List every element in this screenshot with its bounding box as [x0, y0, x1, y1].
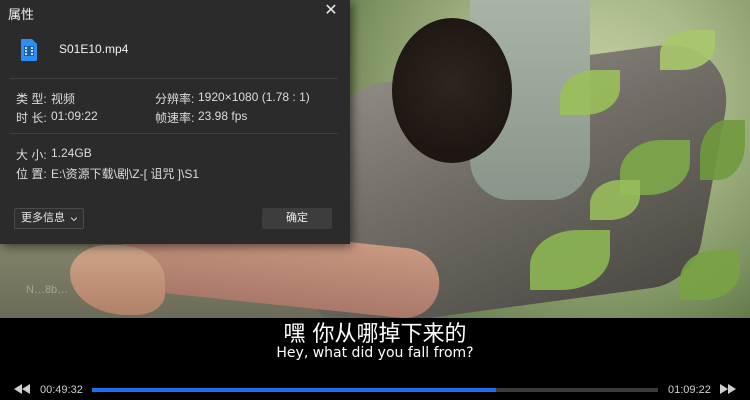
subtitle-english: Hey, what did you fall from?	[276, 345, 474, 361]
framerate-label: 帧速率:	[155, 111, 195, 125]
framerate-value: 23.98 fps	[198, 109, 248, 123]
properties-dialog: 属性 ✕ S01E10.mp4 类 型: 视频 分辨率: 1920×1080 (…	[0, 0, 350, 244]
type-label: 类 型:	[16, 92, 47, 106]
total-time: 01:09:22	[668, 384, 711, 396]
resolution-label: 分辨率:	[155, 92, 195, 106]
divider	[10, 78, 338, 79]
duration-label: 时 长:	[16, 111, 47, 125]
progress-played	[92, 388, 497, 392]
dialog-title: 属性	[8, 7, 35, 22]
person-head	[392, 18, 512, 163]
previous-icon[interactable]	[14, 384, 30, 394]
close-icon[interactable]: ✕	[322, 2, 340, 20]
chevron-down-icon	[71, 217, 77, 222]
subtitle-chinese: 嘿 你从哪掉下来的	[283, 322, 467, 347]
size-label: 大 小:	[16, 148, 47, 162]
duration-value: 01:09:22	[51, 109, 98, 123]
more-info-label: 更多信息	[21, 212, 65, 224]
next-icon[interactable]	[720, 384, 736, 394]
video-file-icon	[21, 39, 37, 61]
type-value: 视频	[51, 92, 76, 106]
size-value: 1.24GB	[51, 146, 92, 160]
divider	[10, 133, 338, 134]
more-info-button[interactable]: 更多信息	[14, 208, 84, 229]
location-label: 位 置:	[16, 167, 47, 181]
file-name: S01E10.mp4	[59, 42, 129, 56]
watermark: N…8b…	[26, 284, 69, 296]
progress-track[interactable]	[92, 388, 658, 392]
location-value: E:\资源下载\剧\Z-[ 诅咒 ]\S1	[51, 167, 200, 181]
ok-button[interactable]: 确定	[262, 208, 332, 229]
current-time: 00:49:32	[40, 384, 83, 396]
person-foot	[70, 245, 165, 315]
resolution-value: 1920×1080 (1.78 : 1)	[198, 90, 310, 104]
